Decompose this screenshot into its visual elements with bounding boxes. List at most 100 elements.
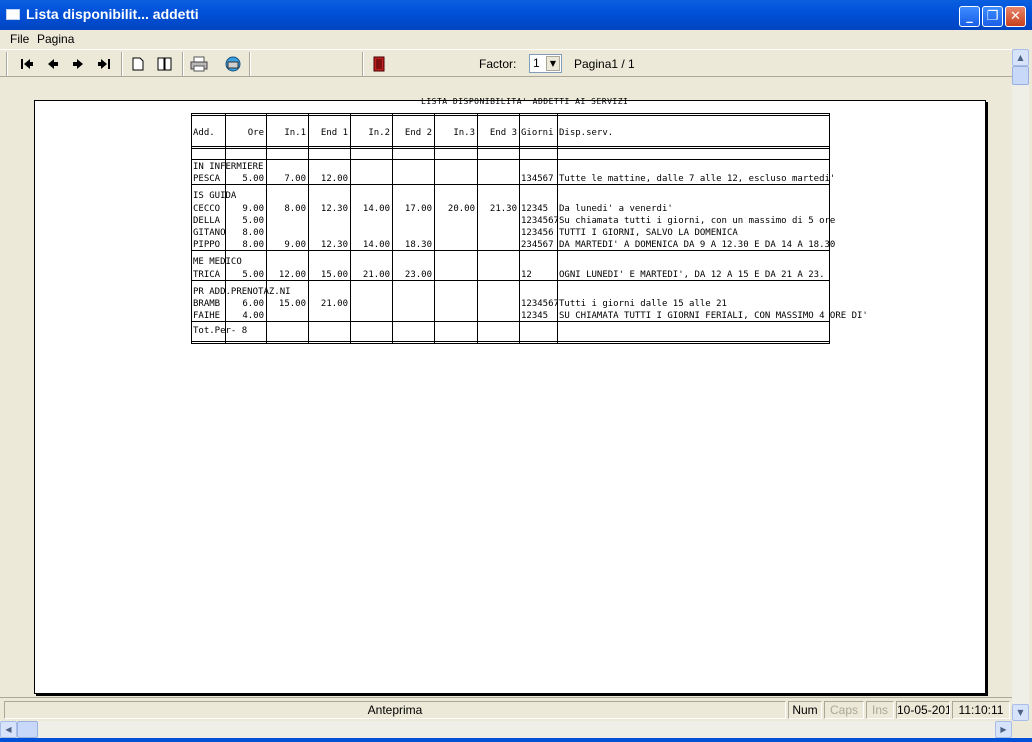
toolbar-separator [182,52,184,76]
table-cell: 23.00 [404,269,432,280]
table-cell: 12.30 [320,240,348,251]
table-cell: 15.00 [278,299,306,309]
table-cell: 1234567 [521,299,559,309]
first-page-button[interactable] [16,53,38,75]
status-num: Num [788,701,822,719]
group-label: IS GUIDA [193,191,237,202]
vertical-scrollbar[interactable]: ▲ ▼ [1012,49,1029,721]
table-cell: 18.30 [404,240,432,251]
menu-file[interactable]: File [10,32,29,46]
column-divider [308,113,309,345]
table-cell: TUTTI I GIORNI, SALVO LA DOMENICA [559,228,738,238]
chevron-down-icon[interactable]: ▼ [546,56,560,71]
horizontal-scrollbar[interactable]: ◀ ▶ [0,721,1012,738]
table-cell: 21.30 [489,203,517,214]
status-ins: Ins [866,701,894,719]
header-divider [191,159,829,160]
table-cell: 8.00 [242,240,264,251]
minimize-button[interactable]: _ [959,6,980,27]
next-page-button[interactable] [67,53,89,75]
column-divider [225,113,226,345]
factor-select[interactable]: 1 ▼ [529,54,562,73]
column-header: End 1 [320,128,348,138]
status-mode: Anteprima [4,701,786,719]
menu-bar: File Pagina [0,30,1032,49]
menu-pagina[interactable]: Pagina [37,32,74,46]
toolbar-grip [6,52,8,76]
first-page-icon [21,59,33,69]
table-cell: 12 [521,269,532,280]
column-divider [477,113,478,345]
two-page-icon [157,57,172,71]
column-divider [266,113,267,345]
column-header: In.2 [368,128,390,138]
status-date: 10-05-2016 [896,701,950,719]
exit-button[interactable] [368,53,390,75]
table-cell: DELLA [193,215,221,226]
toolbar-separator [121,52,123,76]
table-cell: 12.30 [320,203,348,214]
header-divider [191,146,829,149]
table-cell: 4.00 [242,311,264,322]
table-cell: Tutte le mattine, dalle 7 alle 12, esclu… [559,174,836,185]
close-button[interactable]: ✕ [1005,6,1026,27]
print-setup-button[interactable] [222,53,244,75]
status-caps: Caps [824,701,864,719]
window-title: Lista disponibilit... addetti [26,6,199,22]
scroll-right-button[interactable]: ▶ [995,721,1012,738]
title-bar[interactable]: Lista disponibilit... addetti _ ❐ ✕ [0,0,1032,30]
table-cell: 12345 [521,203,549,214]
preview-area[interactable]: LISTA DISPONIBILITA' ADDETTI AI SERVIZI … [0,78,1012,697]
size-grip[interactable] [1012,721,1029,738]
restore-button[interactable]: ❐ [982,6,1003,27]
status-bar: Anteprima Num Caps Ins 10-05-2016 11:10:… [0,697,1012,721]
group-divider [191,321,829,323]
two-page-button[interactable] [154,53,176,75]
prev-page-icon [48,59,58,69]
column-header: Add. [193,128,215,138]
single-page-button[interactable] [127,53,149,75]
table-cell: Da lunedi' a venerdi' [559,203,673,214]
scroll-up-button[interactable]: ▲ [1012,49,1029,66]
column-header: In.1 [284,128,306,138]
single-page-icon [132,57,144,71]
table-cell: DA MARTEDI' A DOMENICA DA 9 A 12.30 E DA… [559,240,836,251]
column-header: Ore [247,128,264,138]
table-cell: 8.00 [242,228,264,238]
scroll-down-button[interactable]: ▼ [1012,704,1029,721]
report-page: LISTA DISPONIBILITA' ADDETTI AI SERVIZI … [34,97,986,694]
table-cell: CECCO [193,203,221,214]
horizontal-scroll-thumb[interactable] [17,721,38,738]
column-divider [191,113,192,345]
table-cell: 14.00 [362,240,390,251]
status-time: 11:10:11 [952,701,1010,719]
group-divider [191,250,829,252]
table-cell: Su chiamata tutti i giorni, con un massi… [559,215,836,226]
table-cell: 6.00 [242,299,264,309]
table-cell: Tutti i giorni dalle 15 alle 21 [559,299,727,309]
table-cell: PIPPO [193,240,221,251]
column-divider [829,113,830,345]
group-label: PR ADD.PRENOTAZ.NI [193,286,291,297]
report-title: LISTA DISPONIBILITA' ADDETTI AI SERVIZI [421,97,629,106]
table-cell: 17.00 [404,203,432,214]
table-top-border [191,113,829,116]
toolbar: Factor: 1 ▼ Pagina1 / 1 [0,49,1012,77]
page-indicator: Pagina1 / 1 [574,57,635,71]
column-header: End 3 [489,128,517,138]
print-button[interactable] [188,53,210,75]
table-cell: 5.00 [242,215,264,226]
table-cell: 7.00 [284,174,306,185]
table-cell: 12.00 [278,269,306,280]
scroll-left-button[interactable]: ◀ [0,721,17,738]
vertical-scroll-thumb[interactable] [1012,66,1029,85]
factor-label: Factor: [479,57,517,71]
table-cell: PESCA [193,174,221,185]
prev-page-button[interactable] [42,53,64,75]
column-divider [392,113,393,345]
table-cell: 234567 [521,240,554,251]
column-divider [557,113,558,345]
last-page-button[interactable] [93,53,115,75]
column-divider [350,113,351,345]
app-icon [6,9,20,20]
